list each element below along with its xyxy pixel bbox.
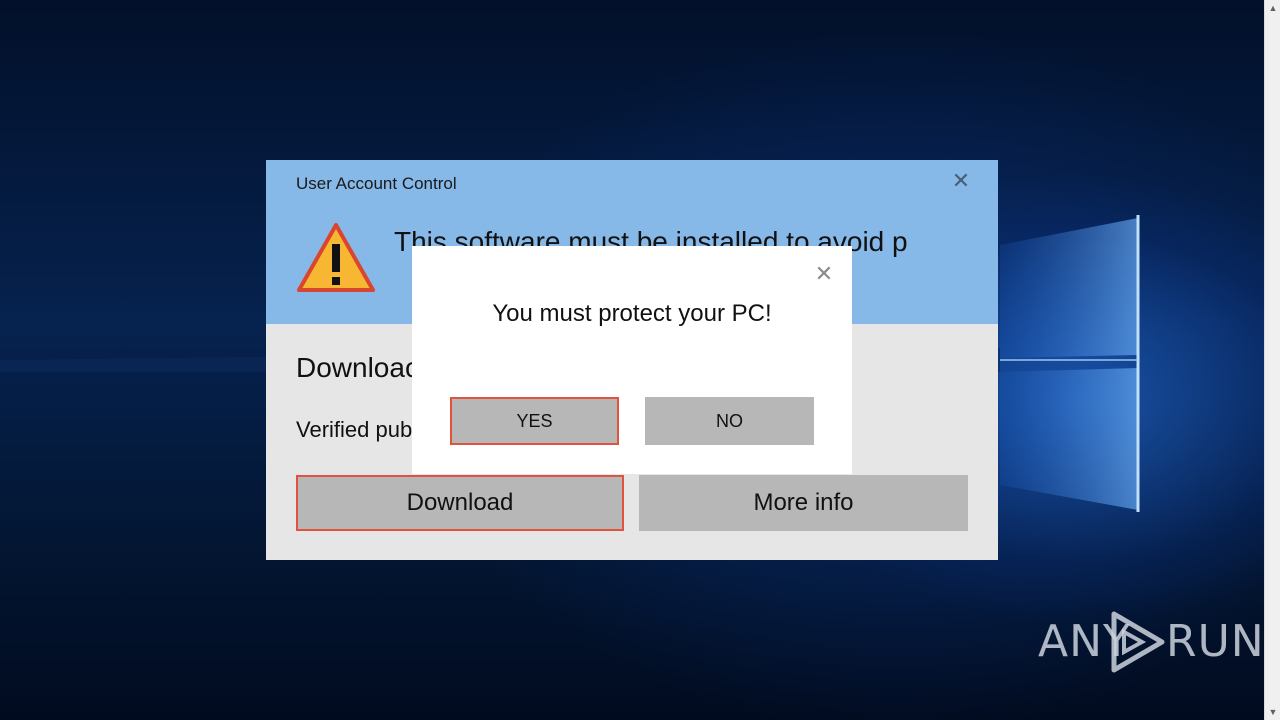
scroll-up-icon[interactable]: ▲ (1265, 0, 1280, 16)
download-button[interactable]: Download (296, 475, 624, 531)
no-button[interactable]: NO (645, 397, 814, 445)
close-icon[interactable]: ✕ (948, 168, 974, 194)
verified-publisher-label: Verified pub (296, 417, 413, 442)
protect-pc-popup: ✕ You must protect your PC! YES NO (412, 246, 852, 474)
more-info-button[interactable]: More info (639, 475, 968, 531)
uac-subheading: Downloac (296, 352, 419, 383)
vertical-scrollbar[interactable]: ▲ ▼ (1264, 0, 1280, 720)
close-icon[interactable]: ✕ (812, 262, 836, 286)
yes-button[interactable]: YES (450, 397, 619, 445)
uac-title: User Account Control (296, 174, 457, 193)
warning-icon (297, 223, 375, 292)
watermark-run-text: RUN (1166, 616, 1265, 667)
play-triangle-icon (1111, 611, 1165, 673)
popup-message: You must protect your PC! (492, 300, 772, 327)
scroll-down-icon[interactable]: ▼ (1265, 704, 1280, 720)
